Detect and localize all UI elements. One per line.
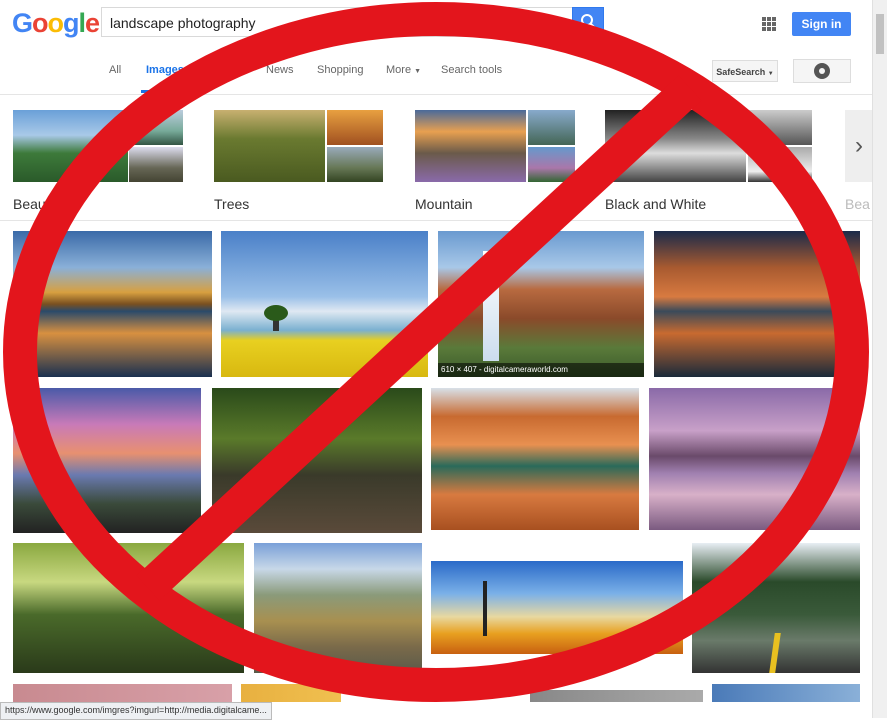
- related-thumbnail: [327, 110, 383, 145]
- safesearch-dropdown[interactable]: SafeSearch ▼: [712, 60, 778, 82]
- search-tabs-bar: All Images Videos News Shopping More ▼ S…: [0, 48, 873, 95]
- related-thumbnail: [605, 110, 746, 182]
- apps-grid-icon[interactable]: [762, 17, 776, 31]
- result-image[interactable]: [654, 231, 860, 377]
- related-label: Trees: [214, 196, 250, 212]
- related-thumbnail: [214, 110, 325, 182]
- result-image[interactable]: [13, 684, 232, 702]
- chevron-down-icon: ▼: [767, 71, 774, 77]
- result-image[interactable]: [712, 684, 860, 702]
- logo-letter: g: [63, 8, 79, 38]
- result-image[interactable]: [241, 684, 341, 702]
- result-image[interactable]: [13, 388, 201, 533]
- related-thumbnail: [528, 147, 575, 182]
- tab-shopping[interactable]: Shopping: [317, 64, 364, 76]
- chevron-right-icon[interactable]: ›: [845, 110, 873, 182]
- tab-more[interactable]: More ▼: [386, 64, 421, 76]
- result-image[interactable]: [692, 543, 860, 673]
- active-tab-indicator: [141, 90, 187, 93]
- gear-icon: [816, 65, 828, 77]
- tab-videos[interactable]: Videos: [210, 64, 243, 76]
- related-label: Beauti: [13, 196, 53, 212]
- search-icon: [581, 14, 596, 29]
- related-label: Bea: [845, 196, 870, 212]
- result-image[interactable]: [530, 690, 703, 702]
- result-image[interactable]: [431, 388, 639, 530]
- scrollbar-thumb[interactable]: [876, 14, 884, 54]
- search-button[interactable]: [572, 7, 604, 37]
- tab-more-label: More: [386, 64, 412, 76]
- tab-all[interactable]: All: [109, 64, 121, 76]
- logo-letter: e: [85, 8, 100, 38]
- related-thumbnail: [528, 110, 575, 145]
- safesearch-label: SafeSearch: [716, 67, 766, 77]
- result-image[interactable]: 610 × 407 - digitalcameraworld.com: [438, 231, 644, 377]
- logo-letter: o: [32, 8, 48, 38]
- related-thumbnail: [129, 110, 183, 145]
- sign-in-button[interactable]: Sign in: [792, 12, 851, 36]
- browser-status-bar: https://www.google.com/imgres?imgurl=htt…: [0, 702, 272, 720]
- result-image[interactable]: [13, 543, 244, 673]
- related-thumbnail: [327, 147, 383, 182]
- settings-button[interactable]: [793, 59, 851, 83]
- chevron-down-icon: ▼: [414, 68, 422, 75]
- image-dimension-caption: 610 × 407 - digitalcameraworld.com: [438, 363, 644, 377]
- related-thumbnail: [748, 110, 812, 145]
- related-searches: Beauti Trees Mountain Black and White Be…: [0, 100, 873, 221]
- related-thumbnail: [415, 110, 526, 182]
- result-image[interactable]: [431, 561, 683, 654]
- result-image[interactable]: [212, 388, 422, 533]
- related-thumbnail: [748, 147, 812, 182]
- tab-news[interactable]: News: [266, 64, 294, 76]
- related-thumbnail: [13, 110, 128, 182]
- google-logo[interactable]: Google: [12, 8, 100, 39]
- related-label: Black and White: [605, 196, 707, 212]
- related-thumbnail: [129, 147, 183, 182]
- tab-search-tools[interactable]: Search tools: [441, 64, 502, 76]
- top-bar: Google landscape photography Sign in: [0, 0, 887, 48]
- logo-letter: G: [12, 8, 33, 38]
- result-image[interactable]: [254, 543, 422, 673]
- tab-images[interactable]: Images: [146, 64, 184, 76]
- result-image[interactable]: [221, 231, 428, 377]
- related-label: Mountain: [415, 196, 473, 212]
- result-image[interactable]: [649, 388, 860, 530]
- vertical-scrollbar[interactable]: [872, 0, 887, 718]
- search-input[interactable]: landscape photography: [101, 7, 573, 37]
- result-image[interactable]: [13, 231, 212, 377]
- logo-letter: o: [47, 8, 64, 38]
